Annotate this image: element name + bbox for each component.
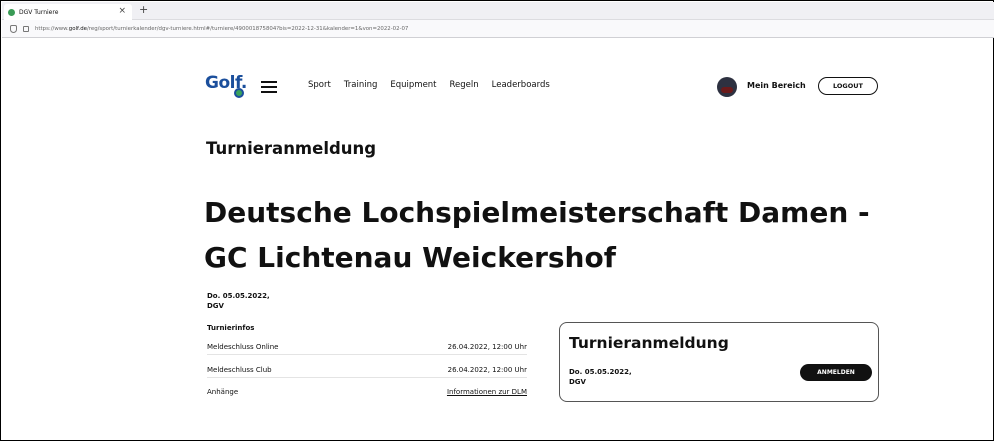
nav-leaderboards[interactable]: Leaderboards — [492, 80, 550, 90]
nav-regeln[interactable]: Regeln — [450, 80, 479, 90]
page-title: Deutsche Lochspielmeisterschaft Damen - … — [204, 196, 870, 274]
new-tab-button[interactable]: + — [139, 3, 148, 16]
logout-button[interactable]: LOGOUT — [818, 77, 878, 95]
url-path: /reg/sport/turnierkalender/dgv-turniere.… — [86, 25, 409, 32]
registration-card: Turnieranmeldung Do. 05.05.2022, DGV ANM… — [559, 322, 879, 402]
hamburger-menu-icon[interactable] — [261, 81, 277, 93]
address-bar[interactable]: https://www. golf.de /reg/sport/turnierk… — [2, 20, 994, 38]
shield-icon[interactable] — [10, 24, 17, 33]
favicon-icon — [8, 8, 15, 16]
info-value: 26.04.2022, 12:00 Uhr — [447, 342, 527, 351]
info-label: Meldeschluss Online — [207, 342, 279, 351]
info-label: Anhänge — [207, 388, 239, 396]
card-organizer-line: DGV — [569, 378, 586, 386]
lock-icon[interactable] — [23, 25, 29, 32]
url-prefix: https://www. — [35, 25, 69, 32]
main-nav: Sport Training Equipment Regeln Leaderbo… — [308, 80, 563, 90]
nav-training[interactable]: Training — [344, 80, 378, 90]
close-tab-icon[interactable]: × — [118, 6, 126, 16]
card-date-line: Do. 05.05.2022, — [569, 368, 632, 376]
info-row: Anhänge Informationen zur DLM — [207, 384, 527, 400]
info-value: 26.04.2022, 12:00 Uhr — [447, 365, 527, 374]
info-label: Meldeschluss Club — [207, 365, 272, 374]
url-host: golf.de — [68, 25, 87, 32]
organizer-line: DGV — [207, 302, 224, 310]
tournament-date: Do. 05.05.2022, DGV — [207, 291, 270, 311]
register-button[interactable]: ANMELDEN — [800, 364, 872, 381]
golf-ball-icon — [234, 88, 244, 98]
info-row: Meldeschluss Club 26.04.2022, 12:00 Uhr — [207, 362, 527, 378]
info-heading: Turnierinfos — [207, 324, 255, 332]
card-date: Do. 05.05.2022, DGV — [569, 367, 632, 387]
nav-equipment[interactable]: Equipment — [390, 80, 436, 90]
my-area-link[interactable]: Mein Bereich — [747, 81, 806, 90]
avatar[interactable] — [717, 77, 737, 97]
date-line: Do. 05.05.2022, — [207, 292, 270, 300]
info-row: Meldeschluss Online 26.04.2022, 12:00 Uh… — [207, 339, 527, 355]
page-subtitle: Turnieranmeldung — [206, 139, 377, 158]
browser-window: DGV Turniere × + https://www. golf.de /r… — [0, 0, 994, 441]
tab-bar: DGV Turniere × + — [2, 2, 994, 20]
card-title: Turnieranmeldung — [569, 334, 729, 352]
attachment-link[interactable]: Informationen zur DLM — [447, 388, 527, 396]
tab-title: DGV Turniere — [19, 8, 59, 16]
browser-tab[interactable]: DGV Turniere × — [4, 4, 132, 20]
golf-logo[interactable]: Golf. — [205, 73, 249, 101]
nav-sport[interactable]: Sport — [308, 80, 331, 90]
